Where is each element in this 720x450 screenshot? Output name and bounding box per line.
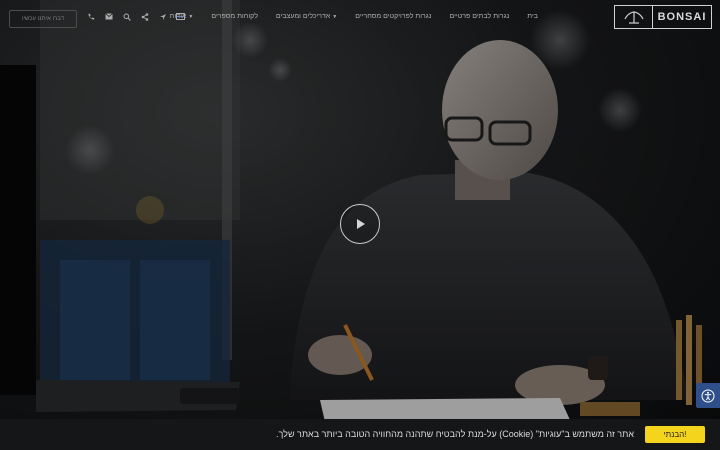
cookie-banner: הבנתי! אתר זה משתמש ב"עוגיות" (Cookie) ע… — [0, 419, 720, 450]
chevron-down-icon: ▼ — [332, 13, 338, 20]
bonsai-logo[interactable]: BONSAI — [614, 5, 712, 29]
brand-name: BONSAI — [657, 11, 707, 23]
chevron-down-icon: ▼ — [188, 13, 194, 20]
play-button[interactable] — [340, 204, 380, 244]
nav-item-commercial-projects[interactable]: נגרות לפרויקטים מסחריים — [355, 13, 431, 20]
accessibility-icon — [701, 389, 715, 402]
play-icon — [357, 219, 365, 229]
share-icon[interactable] — [140, 12, 149, 21]
accessibility-button[interactable] — [696, 383, 720, 408]
site-header: BONSAI בית נגרות לבתים פרטיים נגרות לפרו… — [0, 0, 720, 38]
nav-item-testimonials[interactable]: לקוחות מספרים — [211, 13, 258, 20]
nav-label: לקוחות מספרים — [211, 13, 258, 20]
nav-label: נגרות לפרויקטים מסחריים — [355, 13, 432, 20]
email-icon[interactable] — [104, 12, 113, 21]
nav-item-private-homes[interactable]: נגרות לבתים פרטיים — [449, 13, 509, 20]
nav-item-home[interactable]: בית — [527, 13, 538, 20]
nav-label: בית — [527, 13, 538, 20]
search-icon[interactable] — [122, 12, 131, 21]
flag-icon[interactable] — [176, 12, 185, 21]
main-nav: בית נגרות לבתים פרטיים נגרות לפרויקטים מ… — [170, 13, 538, 20]
bonsai-tree-icon — [615, 6, 653, 28]
phone-icon[interactable] — [86, 12, 95, 21]
cookie-notice-text: אתר זה משתמש ב"עוגיות" (Cookie) על-מנת ל… — [276, 429, 634, 439]
location-icon[interactable] — [158, 12, 167, 21]
nav-item-architects[interactable]: אדריכלים ומעצבים ▼ — [276, 13, 337, 20]
contact-cta-button[interactable]: דברו איתנו עכשיו — [9, 10, 77, 28]
cookie-accept-button[interactable]: הבנתי! — [645, 426, 705, 443]
nav-label: אדריכלים ומעצבים — [275, 13, 331, 20]
nav-label: נגרות לבתים פרטיים — [449, 13, 510, 20]
header-tools — [86, 12, 185, 21]
